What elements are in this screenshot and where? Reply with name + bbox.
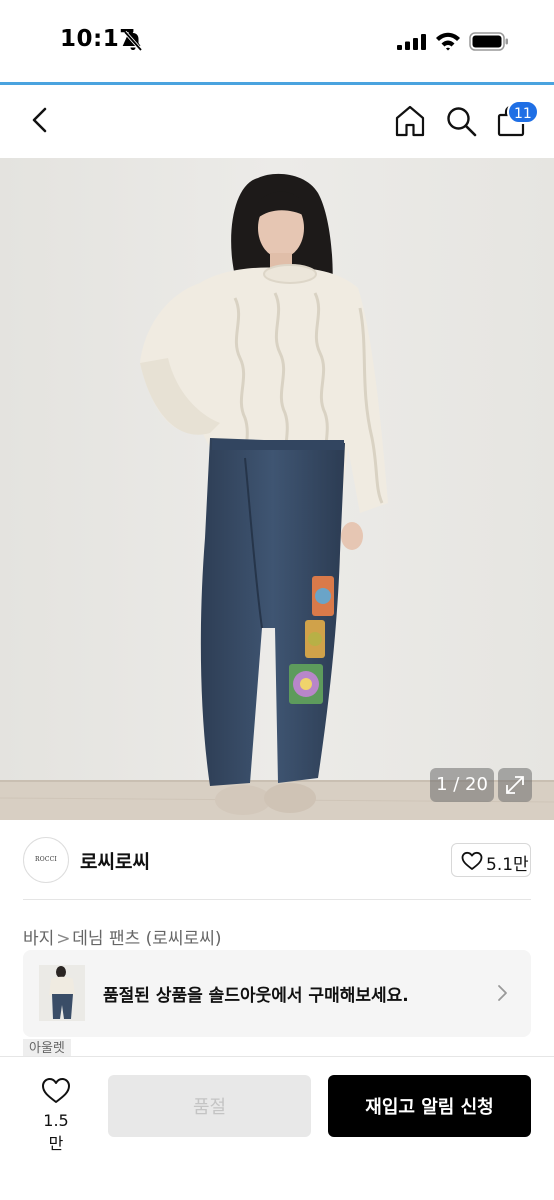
expand-icon xyxy=(506,776,524,794)
breadcrumb-separator: > xyxy=(56,929,71,949)
brand-logo-text: ROCCI ROCCI xyxy=(35,856,57,863)
soldout-banner-text: 품절된 상품을 솔드아웃에서 구매해보세요. xyxy=(103,986,409,1006)
brand-logo[interactable]: ROCCI ROCCI xyxy=(23,837,69,883)
product-image[interactable] xyxy=(0,158,554,820)
image-counter: 1 / 20 xyxy=(430,768,494,802)
battery-icon xyxy=(469,32,508,51)
nav-bar: 11 xyxy=(0,85,554,158)
breadcrumb: 바지 > 데님 팬츠 (로씨로씨) xyxy=(23,924,221,949)
expand-button[interactable] xyxy=(498,768,532,802)
chevron-right-icon xyxy=(498,985,507,1001)
breadcrumb-subcategory[interactable]: 데님 팬츠 (로씨로씨) xyxy=(72,929,221,949)
like-count: 1.5만 xyxy=(43,1111,69,1153)
wifi-icon xyxy=(436,32,460,51)
divider xyxy=(23,899,531,900)
search-icon[interactable] xyxy=(444,104,478,138)
heart-outline-icon[interactable] xyxy=(41,1077,71,1104)
restock-alert-button[interactable]: 재입고 알림 신청 xyxy=(328,1075,531,1137)
breadcrumb-category[interactable]: 바지 xyxy=(23,929,54,949)
cellular-signal-icon xyxy=(397,34,426,50)
cart-badge[interactable]: 11 xyxy=(507,100,539,124)
brand-name[interactable]: 로씨로씨 xyxy=(80,847,150,874)
brand-like-button[interactable]: 5.1만 xyxy=(451,843,531,877)
back-icon[interactable] xyxy=(26,105,54,135)
soldout-button: 품절 xyxy=(108,1075,311,1137)
soldout-banner[interactable]: 품절된 상품을 솔드아웃에서 구매해보세요. xyxy=(23,950,531,1037)
bottom-action-bar: 1.5만 품절 재입고 알림 신청 xyxy=(0,1056,554,1200)
status-bar: 10:17 xyxy=(0,0,554,84)
brand-like-count: 5.1만 xyxy=(486,855,529,875)
soldout-thumbnail xyxy=(39,965,85,1021)
bell-off-icon xyxy=(123,30,143,52)
product-photo xyxy=(0,158,554,820)
heart-outline-icon xyxy=(461,851,483,870)
home-icon[interactable] xyxy=(393,104,427,138)
